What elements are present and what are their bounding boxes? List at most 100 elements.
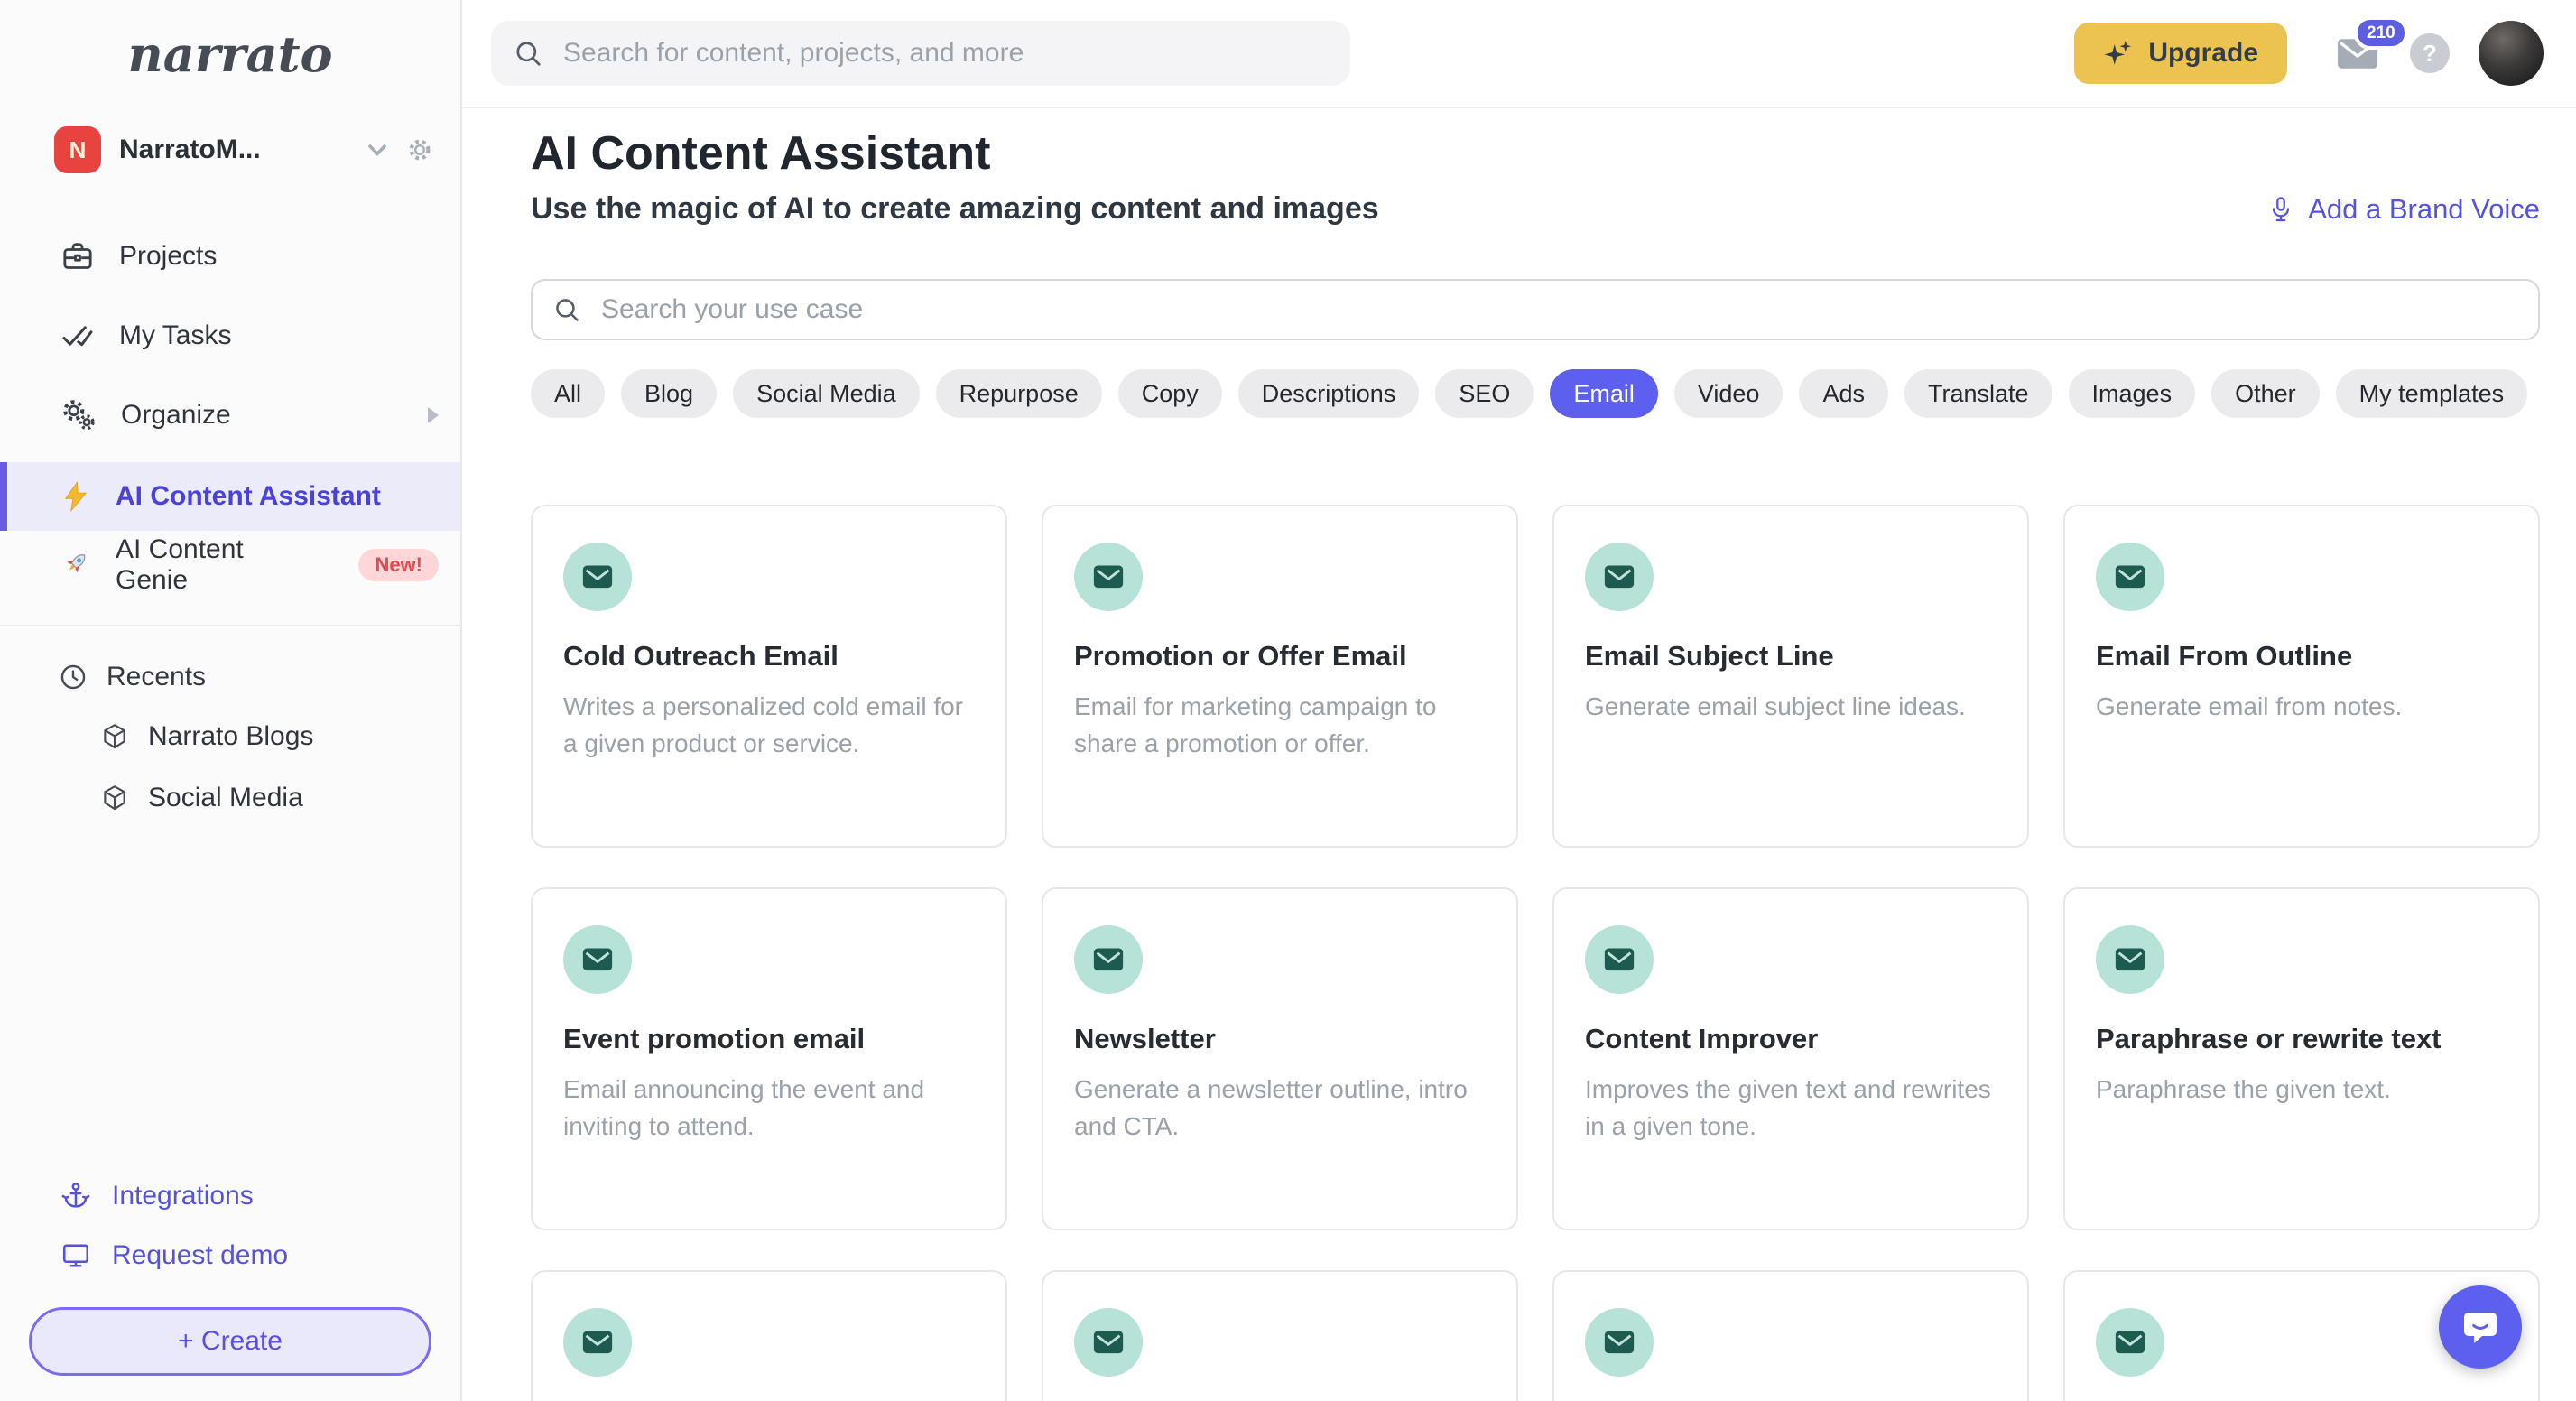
- chat-bubble-icon: [2459, 1305, 2502, 1349]
- help-button[interactable]: ?: [2410, 33, 2450, 73]
- request-demo-link[interactable]: Request demo: [29, 1226, 431, 1285]
- card-description: Generate a newsletter outline, intro and…: [1074, 1075, 1468, 1140]
- chip-blog[interactable]: Blog: [621, 369, 718, 418]
- upgrade-button[interactable]: Upgrade: [2074, 23, 2287, 84]
- chip-seo[interactable]: SEO: [1435, 369, 1534, 418]
- narrato-logo: narrato: [127, 25, 333, 83]
- card-description: Generate email from notes.: [2096, 692, 2403, 720]
- usecase-card[interactable]: Paraphrase or rewrite text Paraphrase th…: [2063, 887, 2540, 1230]
- usecase-card[interactable]: Correct spelling and grammar: [1042, 1270, 1518, 1401]
- usecase-card[interactable]: Email Subject Line Generate email subjec…: [1552, 505, 2029, 848]
- envelope-icon: [1074, 925, 1143, 994]
- recent-item-social-media[interactable]: Social Media: [0, 767, 460, 829]
- envelope-icon: [563, 925, 632, 994]
- usecase-card[interactable]: Email From Outline Generate email from n…: [2063, 505, 2540, 848]
- chip-repurpose[interactable]: Repurpose: [935, 369, 1102, 418]
- workspace-switcher[interactable]: N NarratoM...: [54, 126, 435, 173]
- usecase-card[interactable]: Sentence Expander: [531, 1270, 1007, 1401]
- usecase-card[interactable]: Newsletter Generate a newsletter outline…: [1042, 887, 1518, 1230]
- usecase-card[interactable]: Promotion or Offer Email Email for marke…: [1042, 505, 1518, 848]
- usecase-search-input[interactable]: [598, 292, 2518, 327]
- sidebar: narrato N NarratoM... Projects My Tasks …: [0, 0, 462, 1401]
- caret-right-icon: [428, 407, 439, 423]
- chevron-down-icon[interactable]: [365, 137, 390, 162]
- app: narrato N NarratoM... Projects My Tasks …: [0, 0, 2576, 1401]
- global-search[interactable]: [491, 21, 1350, 86]
- chip-video[interactable]: Video: [1673, 369, 1784, 418]
- chip-descriptions[interactable]: Descriptions: [1237, 369, 1420, 418]
- recent-item-narrato-blogs[interactable]: Narrato Blogs: [0, 706, 460, 767]
- filter-chips: All Blog Social Media Repurpose Copy Des…: [531, 369, 2540, 418]
- global-search-input[interactable]: [560, 36, 1329, 70]
- usecase-card[interactable]: Cold Outreach Email Writes a personalize…: [531, 505, 1007, 848]
- card-description: Generate email subject line ideas.: [1585, 692, 1966, 720]
- sidebar-item-projects[interactable]: Projects: [0, 217, 460, 296]
- chip-all[interactable]: All: [531, 369, 606, 418]
- briefcase-icon: [60, 238, 96, 274]
- gears-icon: [60, 396, 97, 434]
- clock-icon: [58, 662, 88, 692]
- recent-item-label: Social Media: [148, 783, 303, 812]
- request-demo-label: Request demo: [112, 1240, 289, 1270]
- sidebar-item-ai-content-assistant[interactable]: AI Content Assistant: [0, 462, 460, 531]
- chip-translate[interactable]: Translate: [1904, 369, 2052, 418]
- integrations-label: Integrations: [112, 1181, 254, 1211]
- card-title: Cold Outreach Email: [563, 640, 839, 672]
- workspace-name: NarratoM...: [119, 135, 261, 164]
- envelope-icon: [1585, 543, 1654, 611]
- card-description: Email for marketing campaign to share a …: [1074, 692, 1437, 757]
- card-title: Content Improver: [1585, 1023, 1819, 1054]
- card-title: Event promotion email: [563, 1023, 866, 1054]
- envelope-icon: [2096, 1308, 2164, 1377]
- usecase-card[interactable]: Content Improver Improves the given text…: [1552, 887, 2029, 1230]
- workspace-avatar: N: [54, 126, 101, 173]
- chat-widget-button[interactable]: [2439, 1285, 2522, 1369]
- envelope-icon: [1074, 543, 1143, 611]
- anchor-icon: [60, 1180, 92, 1212]
- sidebar-item-label: Organize: [121, 400, 231, 430]
- sidebar-item-label: AI Content Assistant: [116, 481, 381, 511]
- microphone-icon: [2266, 195, 2295, 224]
- lightning-bolt-icon: [60, 480, 92, 513]
- envelope-icon: [563, 543, 632, 611]
- main-area: Upgrade 210 ? AI Content Assistant Use t…: [462, 0, 2576, 1401]
- chip-ads[interactable]: Ads: [1799, 369, 1888, 418]
- chip-my-templates[interactable]: My templates: [2335, 369, 2528, 418]
- user-avatar[interactable]: [2479, 21, 2544, 86]
- upgrade-label: Upgrade: [2148, 38, 2258, 68]
- gear-icon[interactable]: [404, 135, 435, 165]
- sidebar-item-label: Projects: [119, 241, 218, 271]
- chip-images[interactable]: Images: [2068, 369, 2196, 418]
- sidebar-item-my-tasks[interactable]: My Tasks: [0, 296, 460, 376]
- card-title: Promotion or Offer Email: [1074, 640, 1407, 672]
- chip-social-media[interactable]: Social Media: [733, 369, 920, 418]
- chip-email[interactable]: Email: [1550, 369, 1658, 418]
- topbar: Upgrade 210 ?: [462, 0, 2576, 108]
- sidebar-item-ai-content-genie[interactable]: AI Content Genie New!: [0, 531, 460, 599]
- usecase-card[interactable]: Event promotion email Email announcing t…: [531, 887, 1007, 1230]
- card-description: Paraphrase the given text.: [2096, 1075, 2391, 1103]
- sidebar-footer: Integrations Request demo + Create: [0, 1166, 460, 1376]
- card-description: Email announcing the event and inviting …: [563, 1075, 925, 1140]
- sidebar-item-organize[interactable]: Organize: [0, 376, 460, 455]
- sidebar-item-label: AI Content Genie: [116, 534, 244, 595]
- card-description: Improves the given text and rewrites in …: [1585, 1075, 1991, 1140]
- add-brand-voice-link[interactable]: Add a Brand Voice: [2266, 193, 2540, 226]
- create-button[interactable]: + Create: [29, 1307, 431, 1376]
- recents-section: Recents Narrato Blogs Social Media: [0, 626, 460, 829]
- notifications-mail[interactable]: 210: [2334, 16, 2408, 72]
- integrations-link[interactable]: Integrations: [29, 1166, 431, 1226]
- envelope-icon: [2096, 925, 2164, 994]
- chip-other[interactable]: Other: [2211, 369, 2320, 418]
- monitor-icon: [60, 1239, 92, 1272]
- chip-copy[interactable]: Copy: [1117, 369, 1222, 418]
- usecase-card[interactable]: Simplify text: [1552, 1270, 2029, 1401]
- card-title: Paraphrase or rewrite text: [2096, 1023, 2442, 1054]
- card-title: Email Subject Line: [1585, 640, 1834, 672]
- usecase-search[interactable]: [531, 279, 2540, 340]
- envelope-icon: [1585, 1308, 1654, 1377]
- sidebar-nav: Projects My Tasks Organize AI Content As…: [0, 217, 460, 599]
- card-title: Newsletter: [1074, 1023, 1216, 1054]
- recent-item-label: Narrato Blogs: [148, 721, 314, 751]
- recents-title: Recents: [107, 662, 207, 691]
